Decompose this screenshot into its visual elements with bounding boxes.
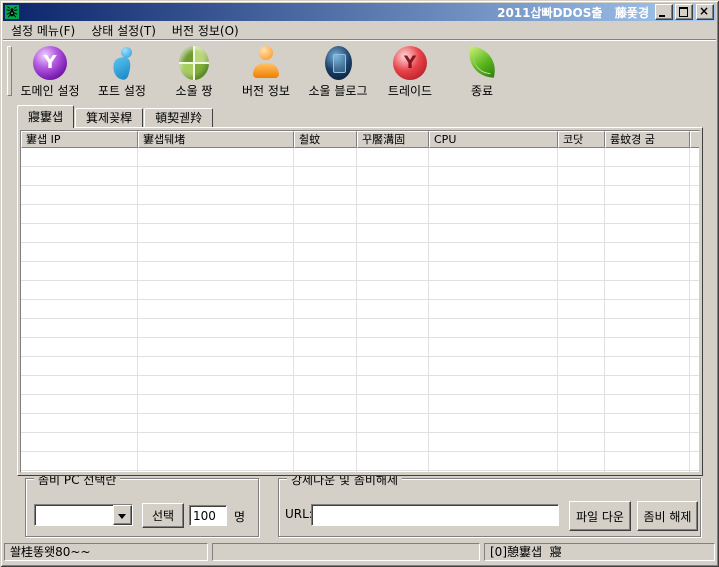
menu-item-1[interactable]: 설정 메뉴(F) (3, 21, 83, 40)
green-quadrant-orb-icon (179, 46, 209, 80)
zombie-combo[interactable] (34, 504, 133, 526)
column-header-3[interactable]: 췰蚊 (294, 131, 357, 148)
grid-line (137, 148, 138, 472)
toolbar-button-5[interactable]: 소울 블로그 (302, 42, 374, 99)
toolbar-button-label: 소울 짱 (158, 82, 230, 99)
tab-3[interactable]: 頓契궫羚 (144, 108, 213, 128)
count-unit-label: 명 (234, 508, 245, 525)
chevron-down-icon[interactable] (113, 505, 132, 525)
status-middle (212, 543, 480, 561)
zombie-pc-select-group: 좀비 PC 선택란 선택 명 (25, 478, 259, 537)
status-right: [0]憩寠샙 寢 (484, 543, 715, 561)
red-orb-icon (393, 46, 427, 80)
status-bar: 쏼桂똥왯80~~ [0]憩寠샙 寢 (3, 541, 716, 563)
orange-person-icon (249, 46, 283, 80)
grid-line (604, 148, 605, 472)
listview-header: 寠샙 IP寠샙뒈堵췰蚊꾸饜溝固CPU코닷륨蚊경 굼 (21, 131, 699, 148)
toolbar-button-4[interactable]: 버전 정보 (230, 42, 302, 99)
window-title: 2011삽빠DDOS출 藤픛경 (497, 4, 653, 21)
green-spider-icon (5, 5, 19, 19)
menu-bar: 설정 메뉴(F)상태 설정(T)버전 정보(O) (3, 21, 716, 39)
tab-1[interactable]: 寢寠샙 (17, 105, 74, 128)
zombie-listview[interactable]: 寠샙 IP寠샙뒈堵췰蚊꾸饜溝固CPU코닷륨蚊경 굼 (20, 130, 700, 473)
zombie-release-button[interactable]: 좀비 해제 (637, 501, 698, 531)
grid-line (293, 148, 294, 472)
purple-orb-y-icon (33, 46, 67, 80)
grid-line (356, 148, 357, 472)
close-button[interactable]: × (696, 4, 714, 20)
zombie-combo-value (35, 505, 113, 525)
select-button[interactable]: 선택 (142, 503, 184, 528)
menu-item-3[interactable]: 버전 정보(O) (164, 21, 247, 40)
grid-line (557, 148, 558, 472)
toolbar-button-7[interactable]: 종료 (446, 42, 518, 99)
navy-badge-icon (325, 46, 352, 80)
toolbar: 도메인 설정포트 설정소울 짱버전 정보소울 블로그트레이드종료 (3, 39, 716, 102)
force-download-group: 강제다운 및 좀비해제 URL: 파일 다운 좀비 해제 (278, 478, 701, 537)
column-header-6[interactable]: 코닷 (558, 131, 605, 148)
column-header-filler (690, 131, 700, 148)
toolbar-button-3[interactable]: 소울 짱 (158, 42, 230, 99)
toolbar-button-label: 종료 (446, 82, 518, 99)
maximize-button[interactable] (675, 4, 693, 20)
maximize-icon (679, 7, 688, 17)
grid-line (428, 148, 429, 472)
close-icon: × (697, 3, 711, 19)
minimize-icon (659, 15, 665, 17)
blue-person-icon (105, 46, 139, 80)
grid-line (689, 148, 690, 472)
toolbar-items: 도메인 설정포트 설정소울 짱버전 정보소울 블로그트레이드종료 (14, 42, 518, 99)
menu-item-2[interactable]: 상태 설정(T) (83, 21, 164, 40)
toolbar-button-label: 소울 블로그 (302, 82, 374, 99)
green-leaf-icon (465, 46, 499, 80)
toolbar-gripper[interactable] (7, 46, 12, 96)
toolbar-button-label: 포트 설정 (86, 82, 158, 99)
toolbar-button-1[interactable]: 도메인 설정 (14, 42, 86, 99)
toolbar-button-label: 버전 정보 (230, 82, 302, 99)
toolbar-button-label: 도메인 설정 (14, 82, 86, 99)
column-header-1[interactable]: 寠샙 IP (21, 131, 138, 148)
column-header-5[interactable]: CPU (429, 131, 558, 148)
title-bar[interactable]: 2011삽빠DDOS출 藤픛경 × (3, 3, 716, 21)
toolbar-button-label: 트레이드 (374, 82, 446, 99)
app-window: 2011삽빠DDOS출 藤픛경 × 설정 메뉴(F)상태 설정(T)버전 정보(… (0, 0, 719, 567)
url-label: URL: (285, 507, 313, 521)
minimize-button[interactable] (655, 4, 673, 20)
column-header-4[interactable]: 꾸饜溝固 (357, 131, 429, 148)
toolbar-button-2[interactable]: 포트 설정 (86, 42, 158, 99)
count-input[interactable] (189, 505, 227, 526)
file-down-button[interactable]: 파일 다운 (569, 501, 631, 531)
toolbar-button-6[interactable]: 트레이드 (374, 42, 446, 99)
tab-page: 寠샙 IP寠샙뒈堵췰蚊꾸饜溝固CPU코닷륨蚊경 굼 (17, 127, 703, 476)
url-input[interactable] (311, 504, 559, 526)
column-header-2[interactable]: 寠샙뒈堵 (138, 131, 294, 148)
tab-strip: 寢寠샙箕제꽂桿頓契궫羚 (17, 106, 214, 128)
column-header-7[interactable]: 륨蚊경 굼 (605, 131, 690, 148)
tab-2[interactable]: 箕제꽂桿 (75, 108, 143, 128)
status-left: 쏼桂똥왯80~~ (4, 543, 208, 561)
listview-body[interactable] (21, 148, 699, 472)
